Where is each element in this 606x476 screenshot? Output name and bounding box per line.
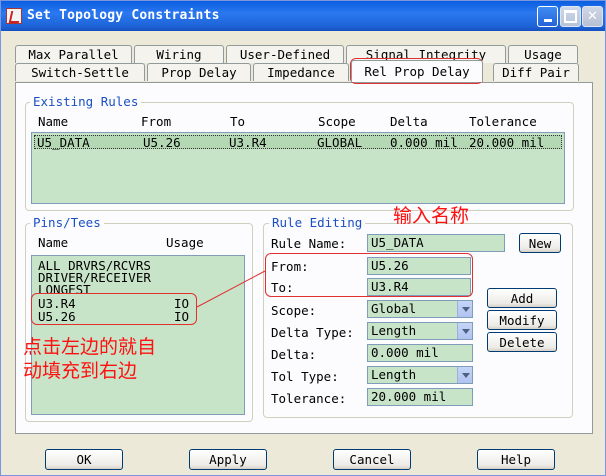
- delta-type-value: Length: [371, 323, 417, 338]
- close-icon: ✕: [587, 9, 598, 24]
- tab-switch-settle[interactable]: Switch-Settle: [15, 63, 145, 81]
- pins-col-name: Name: [38, 235, 69, 250]
- new-button[interactable]: New: [519, 233, 561, 253]
- annotation-enter-name: 输入名称: [393, 205, 470, 227]
- tab-impedance[interactable]: Impedance: [253, 63, 349, 81]
- app-icon: [6, 8, 22, 24]
- pins-highlight-box: [31, 293, 197, 325]
- scope-label: Scope:: [271, 303, 317, 318]
- col-delta: Delta: [390, 114, 428, 129]
- title-bar[interactable]: Set Topology Constraints ✕: [1, 1, 605, 31]
- tab-user-defined[interactable]: User-Defined: [226, 45, 344, 63]
- chevron-down-icon[interactable]: [457, 301, 472, 317]
- tol-type-label: Tol Type:: [271, 369, 339, 384]
- col-scope: Scope: [318, 114, 356, 129]
- rule-delta-cell: 0.000 mil: [390, 135, 458, 150]
- annotation-click-left-1: 点击左边的就自: [23, 336, 157, 358]
- rule-name-label: Rule Name:: [271, 236, 347, 251]
- annotation-click-left-2: 动填充到右边: [23, 360, 138, 382]
- chevron-down-icon[interactable]: [457, 367, 472, 383]
- chevron-down-icon[interactable]: [457, 323, 472, 339]
- scope-select[interactable]: Global: [367, 300, 473, 318]
- col-from: From: [141, 114, 172, 129]
- table-row[interactable]: U5_DATA U5.26 U3.R4 GLOBAL 0.000 mil 20.…: [34, 135, 562, 150]
- minimize-button[interactable]: [537, 6, 558, 27]
- existing-rules-list[interactable]: U5_DATA U5.26 U3.R4 GLOBAL 0.000 mil 20.…: [31, 132, 565, 204]
- rule-name-cell: U5_DATA: [37, 135, 90, 150]
- existing-rules-title: Existing Rules: [30, 94, 142, 109]
- tab-prop-delay[interactable]: Prop Delay: [147, 63, 251, 81]
- rule-tolerance-cell: 20.000 mil: [469, 135, 545, 150]
- delta-input[interactable]: 0.000 mil: [367, 344, 473, 362]
- rule-to-cell: U3.R4: [229, 135, 267, 150]
- tab-usage[interactable]: Usage: [508, 45, 578, 63]
- ok-button[interactable]: OK: [45, 449, 123, 470]
- rule-from-cell: U5.26: [143, 135, 181, 150]
- col-to: To: [230, 114, 246, 129]
- pins-col-usage: Usage: [166, 235, 204, 250]
- scope-value: Global: [371, 301, 417, 316]
- from-to-highlight-box: [265, 253, 473, 297]
- col-tolerance: Tolerance: [469, 114, 537, 129]
- delta-type-select[interactable]: Length: [367, 322, 473, 340]
- apply-button[interactable]: Apply: [189, 449, 267, 470]
- help-button[interactable]: Help: [477, 449, 555, 470]
- tab-diff-pair[interactable]: Diff Pair: [493, 63, 579, 81]
- tab-rel-prop-delay[interactable]: Rel Prop Delay: [351, 60, 483, 82]
- delta-label: Delta:: [271, 347, 317, 362]
- tolerance-label: Tolerance:: [271, 391, 347, 406]
- modify-button[interactable]: Modify: [487, 310, 557, 330]
- window-title: Set Topology Constraints: [27, 8, 220, 23]
- rule-name-input[interactable]: U5_DATA: [367, 234, 505, 252]
- dialog-window: Set Topology Constraints ✕ Max Parallel …: [0, 0, 606, 476]
- close-button[interactable]: ✕: [582, 6, 603, 27]
- maximize-button[interactable]: [560, 6, 581, 27]
- delete-button[interactable]: Delete: [487, 332, 557, 352]
- tab-max-parallel[interactable]: Max Parallel: [15, 45, 132, 63]
- add-button[interactable]: Add: [487, 288, 557, 308]
- cancel-button[interactable]: Cancel: [333, 449, 411, 470]
- delta-type-label: Delta Type:: [271, 325, 354, 340]
- tolerance-input[interactable]: 20.000 mil: [367, 388, 473, 406]
- tol-type-value: Length: [371, 367, 417, 382]
- tab-wiring[interactable]: Wiring: [134, 45, 224, 63]
- rule-editing-title: Rule Editing: [269, 215, 366, 230]
- tol-type-select[interactable]: Length: [367, 366, 473, 384]
- rule-scope-cell: GLOBAL: [317, 135, 363, 150]
- col-name: Name: [38, 114, 69, 129]
- pins-tees-title: Pins/Tees: [30, 215, 104, 230]
